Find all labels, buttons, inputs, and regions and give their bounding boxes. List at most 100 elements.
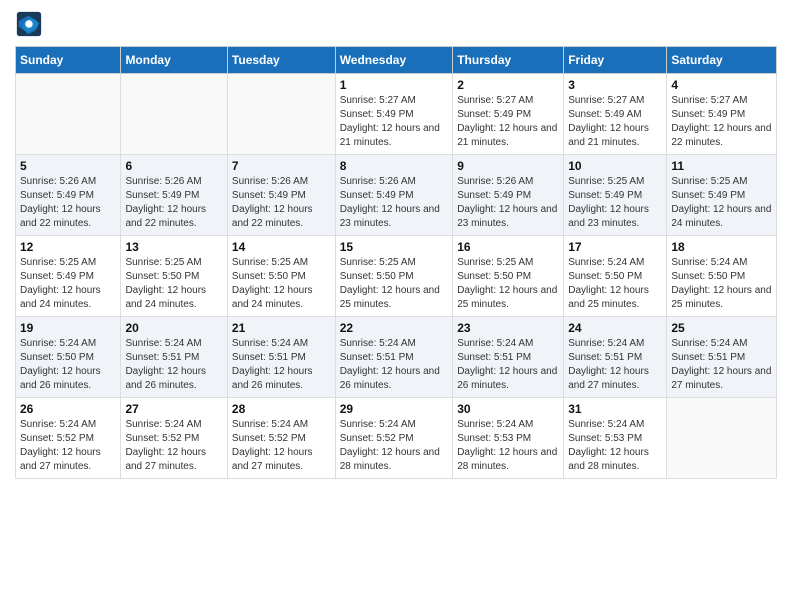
day-number: 7: [232, 159, 331, 173]
day-number: 8: [340, 159, 449, 173]
day-cell: [121, 74, 227, 155]
day-cell: 3Sunrise: 5:27 AM Sunset: 5:49 AM Daylig…: [564, 74, 667, 155]
day-number: 27: [125, 402, 222, 416]
day-info: Sunrise: 5:24 AM Sunset: 5:52 PM Dayligh…: [20, 418, 116, 474]
day-number: 16: [457, 240, 559, 254]
day-cell: 6 Sunrise: 5:26 AM Sunset: 5:49 PM Daylig…: [121, 155, 227, 236]
day-cell: 26 Sunrise: 5:24 AM Sunset: 5:52 PM Dayli…: [16, 398, 121, 479]
day-number: 12: [20, 240, 116, 254]
day-cell: 24 Sunrise: 5:24 AM Sunset: 5:51 PM Dayli…: [564, 317, 667, 398]
day-info: Sunrise: 5:24 AM Sunset: 5:50 PM Dayligh…: [20, 337, 116, 393]
week-row-5: 26 Sunrise: 5:24 AM Sunset: 5:52 PM Dayli…: [16, 398, 777, 479]
day-cell: 16 Sunrise: 5:25 AM Sunset: 5:50 PM Dayli…: [453, 236, 564, 317]
day-info: Sunrise: 5:25 AM Sunset: 5:49 PM Dayligh…: [671, 175, 772, 231]
day-cell: 25 Sunrise: 5:24 AM Sunset: 5:51 PM Dayli…: [667, 317, 777, 398]
day-info: Sunrise: 5:25 AM Sunset: 5:50 PM Dayligh…: [125, 256, 222, 312]
day-cell: 4 Sunrise: 5:27 AM Sunset: 5:49 PM Daylig…: [667, 74, 777, 155]
day-number: 28: [232, 402, 331, 416]
day-number: 26: [20, 402, 116, 416]
day-number: 30: [457, 402, 559, 416]
day-info: Sunrise: 5:24 AM Sunset: 5:50 PM Dayligh…: [568, 256, 662, 312]
header-cell-sunday: Sunday: [16, 47, 121, 74]
day-info: Sunrise: 5:25 AM Sunset: 5:50 PM Dayligh…: [457, 256, 559, 312]
day-cell: 20 Sunrise: 5:24 AM Sunset: 5:51 PM Dayli…: [121, 317, 227, 398]
day-info: Sunrise: 5:24 AM Sunset: 5:52 PM Dayligh…: [232, 418, 331, 474]
header-cell-thursday: Thursday: [453, 47, 564, 74]
day-info: Sunrise: 5:24 AM Sunset: 5:53 PM Dayligh…: [568, 418, 662, 474]
day-info: Sunrise: 5:24 AM Sunset: 5:51 PM Dayligh…: [568, 337, 662, 393]
day-cell: 12Sunrise: 5:25 AM Sunset: 5:49 PM Dayli…: [16, 236, 121, 317]
day-number: 9: [457, 159, 559, 173]
calendar-body: 1 Sunrise: 5:27 AM Sunset: 5:49 PM Daylig…: [16, 74, 777, 479]
day-cell: 29Sunrise: 5:24 AM Sunset: 5:52 PM Dayli…: [335, 398, 453, 479]
day-info: Sunrise: 5:24 AM Sunset: 5:50 PM Dayligh…: [671, 256, 772, 312]
day-number: 6: [125, 159, 222, 173]
header-cell-monday: Monday: [121, 47, 227, 74]
day-number: 31: [568, 402, 662, 416]
day-info: Sunrise: 5:27 AM Sunset: 5:49 PM Dayligh…: [457, 94, 559, 150]
day-cell: 18 Sunrise: 5:24 AM Sunset: 5:50 PM Dayli…: [667, 236, 777, 317]
header-cell-wednesday: Wednesday: [335, 47, 453, 74]
day-info: Sunrise: 5:24 AM Sunset: 5:53 PM Dayligh…: [457, 418, 559, 474]
day-cell: 22 Sunrise: 5:24 AM Sunset: 5:51 PM Dayli…: [335, 317, 453, 398]
day-cell: 14 Sunrise: 5:25 AM Sunset: 5:50 PM Dayli…: [227, 236, 335, 317]
day-cell: [227, 74, 335, 155]
header-cell-tuesday: Tuesday: [227, 47, 335, 74]
calendar-header: SundayMondayTuesdayWednesdayThursdayFrid…: [16, 47, 777, 74]
day-cell: 2 Sunrise: 5:27 AM Sunset: 5:49 PM Daylig…: [453, 74, 564, 155]
day-number: 2: [457, 78, 559, 92]
day-cell: 13 Sunrise: 5:25 AM Sunset: 5:50 PM Dayli…: [121, 236, 227, 317]
day-number: 14: [232, 240, 331, 254]
day-info: Sunrise: 5:25 AM Sunset: 5:49 PM Dayligh…: [568, 175, 662, 231]
header-row: SundayMondayTuesdayWednesdayThursdayFrid…: [16, 47, 777, 74]
day-number: 24: [568, 321, 662, 335]
day-info: Sunrise: 5:27 AM Sunset: 5:49 PM Dayligh…: [671, 94, 772, 150]
day-cell: 27 Sunrise: 5:24 AM Sunset: 5:52 PM Dayli…: [121, 398, 227, 479]
day-info: Sunrise: 5:24 AM Sunset: 5:51 PM Dayligh…: [457, 337, 559, 393]
day-cell: 10 Sunrise: 5:25 AM Sunset: 5:49 PM Dayli…: [564, 155, 667, 236]
day-number: 25: [671, 321, 772, 335]
day-cell: 28 Sunrise: 5:24 AM Sunset: 5:52 PM Dayli…: [227, 398, 335, 479]
day-cell: 15 Sunrise: 5:25 AM Sunset: 5:50 PM Dayli…: [335, 236, 453, 317]
day-cell: 11 Sunrise: 5:25 AM Sunset: 5:49 PM Dayli…: [667, 155, 777, 236]
day-info: Sunrise: 5:26 AM Sunset: 5:49 PM Dayligh…: [232, 175, 331, 231]
day-number: 29: [340, 402, 449, 416]
calendar-table: SundayMondayTuesdayWednesdayThursdayFrid…: [15, 46, 777, 479]
day-number: 15: [340, 240, 449, 254]
day-number: 13: [125, 240, 222, 254]
day-info: Sunrise: 5:25 AM Sunset: 5:50 PM Dayligh…: [232, 256, 331, 312]
day-number: 1: [340, 78, 449, 92]
day-cell: 5Sunrise: 5:26 AM Sunset: 5:49 PM Daylig…: [16, 155, 121, 236]
day-number: 17: [568, 240, 662, 254]
page-header: [15, 10, 777, 38]
day-cell: 30 Sunrise: 5:24 AM Sunset: 5:53 PM Dayli…: [453, 398, 564, 479]
day-number: 20: [125, 321, 222, 335]
day-number: 10: [568, 159, 662, 173]
day-info: Sunrise: 5:27 AM Sunset: 5:49 PM Dayligh…: [340, 94, 449, 150]
day-cell: 19Sunrise: 5:24 AM Sunset: 5:50 PM Dayli…: [16, 317, 121, 398]
day-cell: 9 Sunrise: 5:26 AM Sunset: 5:49 PM Daylig…: [453, 155, 564, 236]
day-info: Sunrise: 5:24 AM Sunset: 5:52 PM Dayligh…: [125, 418, 222, 474]
week-row-2: 5Sunrise: 5:26 AM Sunset: 5:49 PM Daylig…: [16, 155, 777, 236]
day-cell: 7 Sunrise: 5:26 AM Sunset: 5:49 PM Daylig…: [227, 155, 335, 236]
day-info: Sunrise: 5:26 AM Sunset: 5:49 PM Dayligh…: [457, 175, 559, 231]
day-info: Sunrise: 5:24 AM Sunset: 5:51 PM Dayligh…: [671, 337, 772, 393]
day-cell: 21Sunrise: 5:24 AM Sunset: 5:51 PM Dayli…: [227, 317, 335, 398]
header-cell-friday: Friday: [564, 47, 667, 74]
day-info: Sunrise: 5:24 AM Sunset: 5:51 PM Dayligh…: [340, 337, 449, 393]
day-info: Sunrise: 5:27 AM Sunset: 5:49 AM Dayligh…: [568, 94, 662, 150]
header-cell-saturday: Saturday: [667, 47, 777, 74]
day-info: Sunrise: 5:26 AM Sunset: 5:49 PM Dayligh…: [125, 175, 222, 231]
day-info: Sunrise: 5:25 AM Sunset: 5:50 PM Dayligh…: [340, 256, 449, 312]
day-cell: 8Sunrise: 5:26 AM Sunset: 5:49 PM Daylig…: [335, 155, 453, 236]
day-info: Sunrise: 5:24 AM Sunset: 5:51 PM Dayligh…: [232, 337, 331, 393]
day-number: 4: [671, 78, 772, 92]
week-row-3: 12Sunrise: 5:25 AM Sunset: 5:49 PM Dayli…: [16, 236, 777, 317]
day-cell: 1 Sunrise: 5:27 AM Sunset: 5:49 PM Daylig…: [335, 74, 453, 155]
day-info: Sunrise: 5:24 AM Sunset: 5:51 PM Dayligh…: [125, 337, 222, 393]
day-number: 11: [671, 159, 772, 173]
day-number: 22: [340, 321, 449, 335]
week-row-4: 19Sunrise: 5:24 AM Sunset: 5:50 PM Dayli…: [16, 317, 777, 398]
day-number: 18: [671, 240, 772, 254]
week-row-1: 1 Sunrise: 5:27 AM Sunset: 5:49 PM Daylig…: [16, 74, 777, 155]
